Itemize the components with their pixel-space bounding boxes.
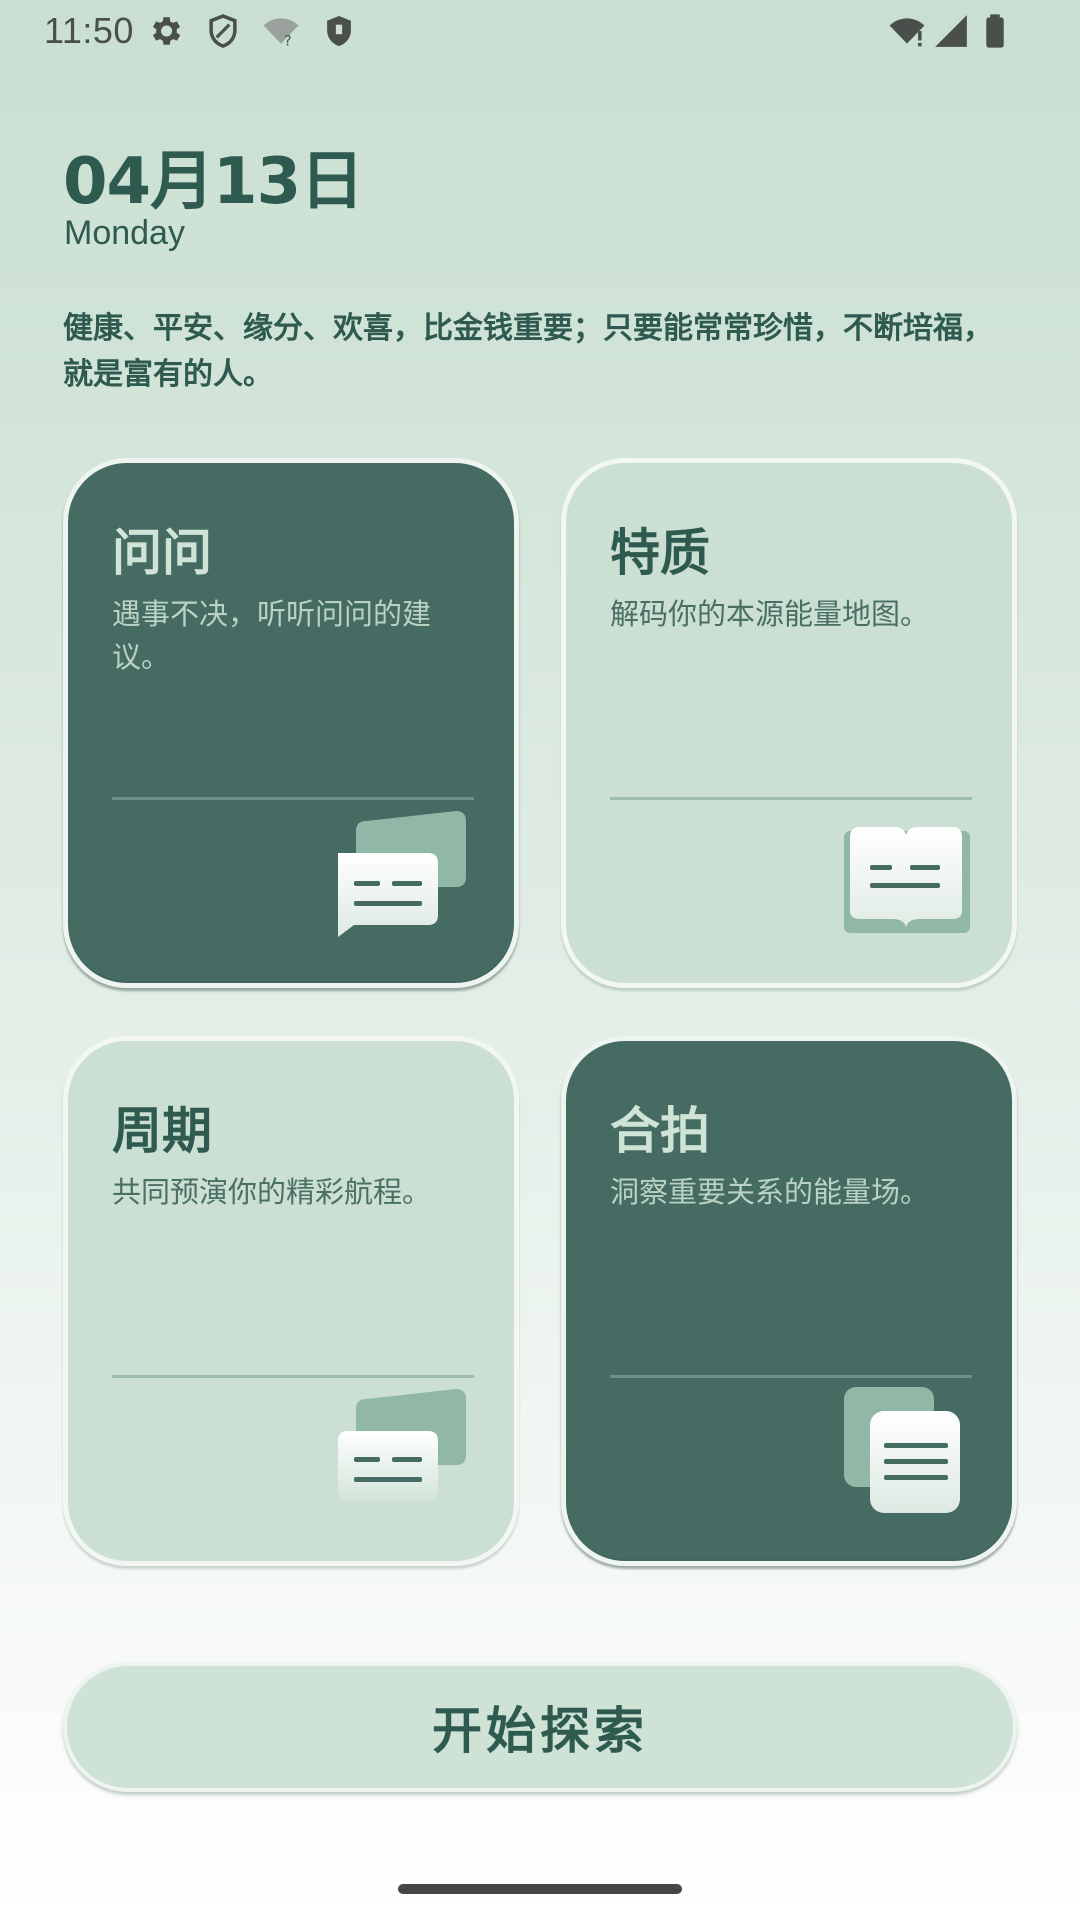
card-divider — [112, 1375, 474, 1378]
shield-icon — [209, 14, 237, 48]
card-description: 解码你的本源能量地图。 — [610, 597, 930, 631]
status-bar: 11:50 ? — [0, 0, 1080, 64]
card-description: 洞察重要关系的能量场。 — [610, 1175, 930, 1209]
card-divider — [610, 797, 972, 800]
card-hepai[interactable]: 合拍 洞察重要关系的能量场。 — [561, 1036, 1017, 1566]
stacked-cards-icon — [844, 1387, 960, 1513]
card-description: 遇事不决，听听问问的建议。 — [112, 597, 432, 674]
card-title: 合拍 — [610, 1102, 710, 1160]
chat-bubbles-icon — [338, 811, 466, 937]
wifi-question-icon: ? — [263, 18, 299, 49]
card-title: 问问 — [112, 524, 212, 582]
card-tezhi[interactable]: 特质 解码你的本源能量地图。 — [561, 458, 1017, 988]
battery-icon — [986, 14, 1004, 48]
card-title: 周期 — [112, 1102, 212, 1160]
svg-text:?: ? — [284, 33, 292, 49]
chat-bubbles-icon — [338, 1389, 466, 1501]
card-zhouqi[interactable]: 周期 共同预演你的精彩航程。 — [63, 1036, 519, 1566]
gear-icon — [152, 17, 181, 45]
home-indicator[interactable] — [398, 1884, 682, 1894]
signal-icon — [935, 15, 967, 47]
shield-filled-icon — [327, 15, 351, 47]
card-title: 特质 — [610, 524, 710, 582]
date-title: 04月13日 — [63, 145, 364, 219]
card-wenwen[interactable]: 问问 遇事不决，听听问问的建议。 — [63, 458, 519, 988]
wifi-icon — [889, 18, 925, 47]
card-divider — [610, 1375, 972, 1378]
card-description: 共同预演你的精彩航程。 — [112, 1175, 432, 1209]
card-divider — [112, 797, 474, 800]
explore-button[interactable]: 开始探索 — [63, 1662, 1017, 1792]
daily-quote: 健康、平安、缘分、欢喜，比金钱重要；只要能常常珍惜，不断培福，就是富有的人。 — [63, 311, 993, 392]
open-book-icon — [844, 827, 970, 933]
weekday-label: Monday — [64, 214, 185, 252]
status-time: 11:50 — [44, 10, 134, 51]
